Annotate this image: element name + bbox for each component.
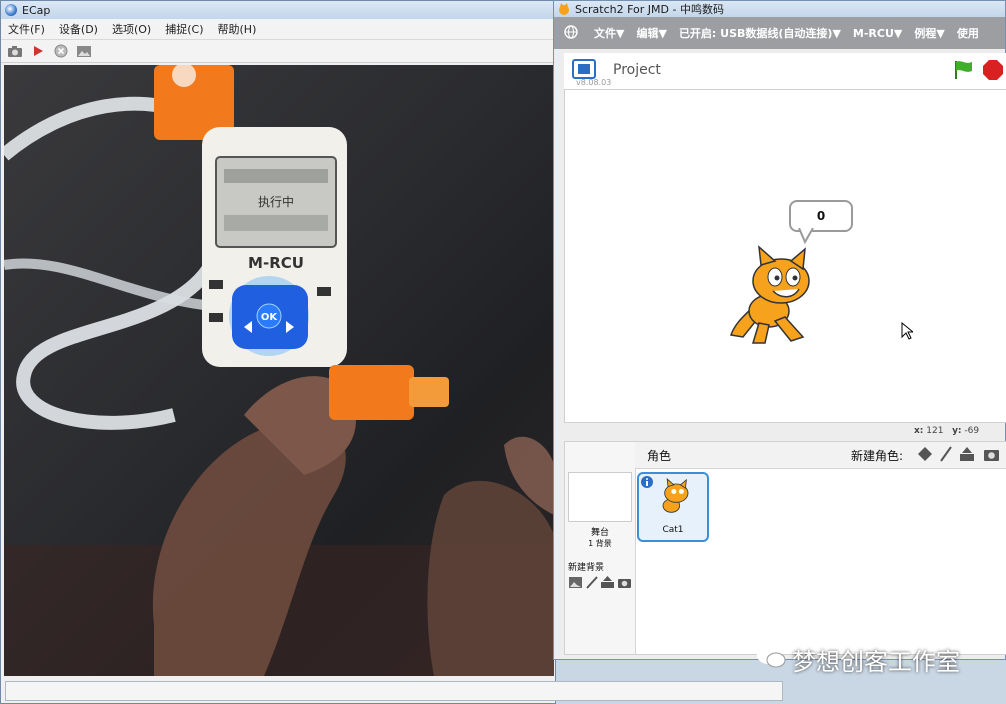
green-flag-icon[interactable] bbox=[952, 59, 974, 84]
new-sprite-label: 新建角色: bbox=[851, 449, 904, 463]
cat-sprite bbox=[730, 245, 810, 344]
scratch-title: Scratch2 For JMD - 中鸣数码 bbox=[575, 3, 724, 16]
sprites-pane: 舞台 1 背景 新建背景 角色 新建角色: Cat1 bbox=[564, 441, 1006, 655]
menu-device[interactable]: 设备(D) bbox=[52, 21, 105, 37]
ecap-app-icon bbox=[5, 4, 17, 16]
ecap-titlebar[interactable]: ECap bbox=[1, 1, 555, 19]
sprites-header: 角色 新建角色: bbox=[635, 442, 1006, 469]
mouse-cursor bbox=[901, 322, 913, 340]
coord-y: -69 bbox=[964, 426, 980, 436]
mouse-coords: x: 121 y: -69 bbox=[914, 426, 980, 436]
backdrop-count: 1 背景 bbox=[588, 539, 612, 548]
scratch-menu-connection[interactable]: 已开启: USB数据线(自动连接)▼ bbox=[673, 25, 847, 41]
sprite-library-icon[interactable] bbox=[917, 446, 933, 465]
backdrop-tools bbox=[568, 576, 632, 592]
sprite-tile-cat1[interactable]: Cat1 bbox=[637, 472, 709, 542]
menu-file[interactable]: 文件(F) bbox=[1, 21, 52, 37]
scratch-cat-icon bbox=[558, 3, 570, 15]
paint-library-icon[interactable] bbox=[568, 576, 583, 592]
ecap-title: ECap bbox=[22, 3, 51, 17]
sprites-label: 角色 bbox=[647, 449, 672, 463]
coord-x: 121 bbox=[926, 426, 944, 436]
stage-header: Project v8.08.03 bbox=[564, 53, 1006, 90]
brush-icon[interactable] bbox=[585, 576, 598, 592]
sprite-name: Cat1 bbox=[662, 525, 684, 535]
scratch-window: Scratch2 For JMD - 中鸣数码 文件▼ 编辑▼ 已开启: USB… bbox=[553, 0, 1006, 660]
scratch-menu-edit[interactable]: 编辑▼ bbox=[630, 25, 672, 41]
scratch-menu-examples[interactable]: 例程▼ bbox=[908, 25, 950, 41]
version-label: v8.08.03 bbox=[576, 78, 612, 87]
bubble-tail bbox=[798, 228, 814, 244]
device-brand: M-RCU bbox=[248, 254, 304, 272]
upload-sprite-icon[interactable] bbox=[959, 446, 975, 465]
camera-preview: 执行中 M-RCU OK bbox=[4, 65, 554, 676]
camera-icon[interactable] bbox=[7, 44, 23, 58]
stage-label: 舞台 bbox=[590, 528, 609, 538]
paint-sprite-icon[interactable] bbox=[939, 446, 953, 465]
device-ok-label: OK bbox=[261, 312, 279, 323]
stage-canvas[interactable]: 0 bbox=[564, 89, 1006, 423]
stage-column: 舞台 1 背景 新建背景 bbox=[565, 442, 636, 654]
globe-icon[interactable] bbox=[554, 24, 588, 42]
wechat-icon bbox=[756, 644, 786, 676]
speech-text: 0 bbox=[816, 209, 826, 223]
scratch-menu-use[interactable]: 使用 bbox=[951, 25, 985, 41]
scratch-menu-mrcu[interactable]: M-RCU▼ bbox=[847, 27, 908, 40]
menu-help[interactable]: 帮助(H) bbox=[211, 21, 264, 37]
m-rcu-device: 执行中 M-RCU OK bbox=[202, 127, 347, 367]
ecap-menubar: 文件(F) 设备(D) 选项(O) 捕捉(C) 帮助(H) bbox=[1, 19, 555, 40]
project-title[interactable]: Project bbox=[613, 62, 661, 78]
stop-icon[interactable] bbox=[53, 44, 69, 58]
image-icon[interactable] bbox=[76, 44, 92, 58]
stop-sign-icon[interactable] bbox=[982, 59, 1004, 84]
device-screen-text: 执行中 bbox=[258, 194, 294, 209]
info-icon[interactable] bbox=[641, 476, 653, 491]
ecap-statusbar bbox=[5, 681, 783, 701]
menu-options[interactable]: 选项(O) bbox=[105, 21, 158, 37]
watermark-text: 梦想创客工作室 bbox=[792, 648, 960, 676]
scratch-menu-file[interactable]: 文件▼ bbox=[588, 25, 630, 41]
scratch-menubar: 文件▼ 编辑▼ 已开启: USB数据线(自动连接)▼ M-RCU▼ 例程▼ 使用 bbox=[554, 17, 1005, 49]
upload-icon[interactable] bbox=[600, 576, 615, 592]
scratch-titlebar[interactable]: Scratch2 For JMD - 中鸣数码 bbox=[554, 1, 1005, 17]
new-backdrop-label: 新建背景 bbox=[568, 563, 605, 573]
ecap-window: ECap 文件(F) 设备(D) 选项(O) 捕捉(C) 帮助(H) 执行中 M… bbox=[0, 0, 783, 704]
menu-capture[interactable]: 捕捉(C) bbox=[158, 21, 210, 37]
ecap-toolbar bbox=[1, 40, 555, 63]
play-icon[interactable] bbox=[30, 44, 46, 58]
stage-thumbnail[interactable] bbox=[568, 472, 632, 522]
watermark: 梦想创客工作室 bbox=[756, 642, 960, 677]
camera-sprite-icon[interactable] bbox=[983, 446, 1000, 465]
orange-motor bbox=[329, 365, 414, 420]
cat-thumbnail bbox=[662, 478, 689, 513]
camera-icon[interactable] bbox=[617, 576, 632, 592]
